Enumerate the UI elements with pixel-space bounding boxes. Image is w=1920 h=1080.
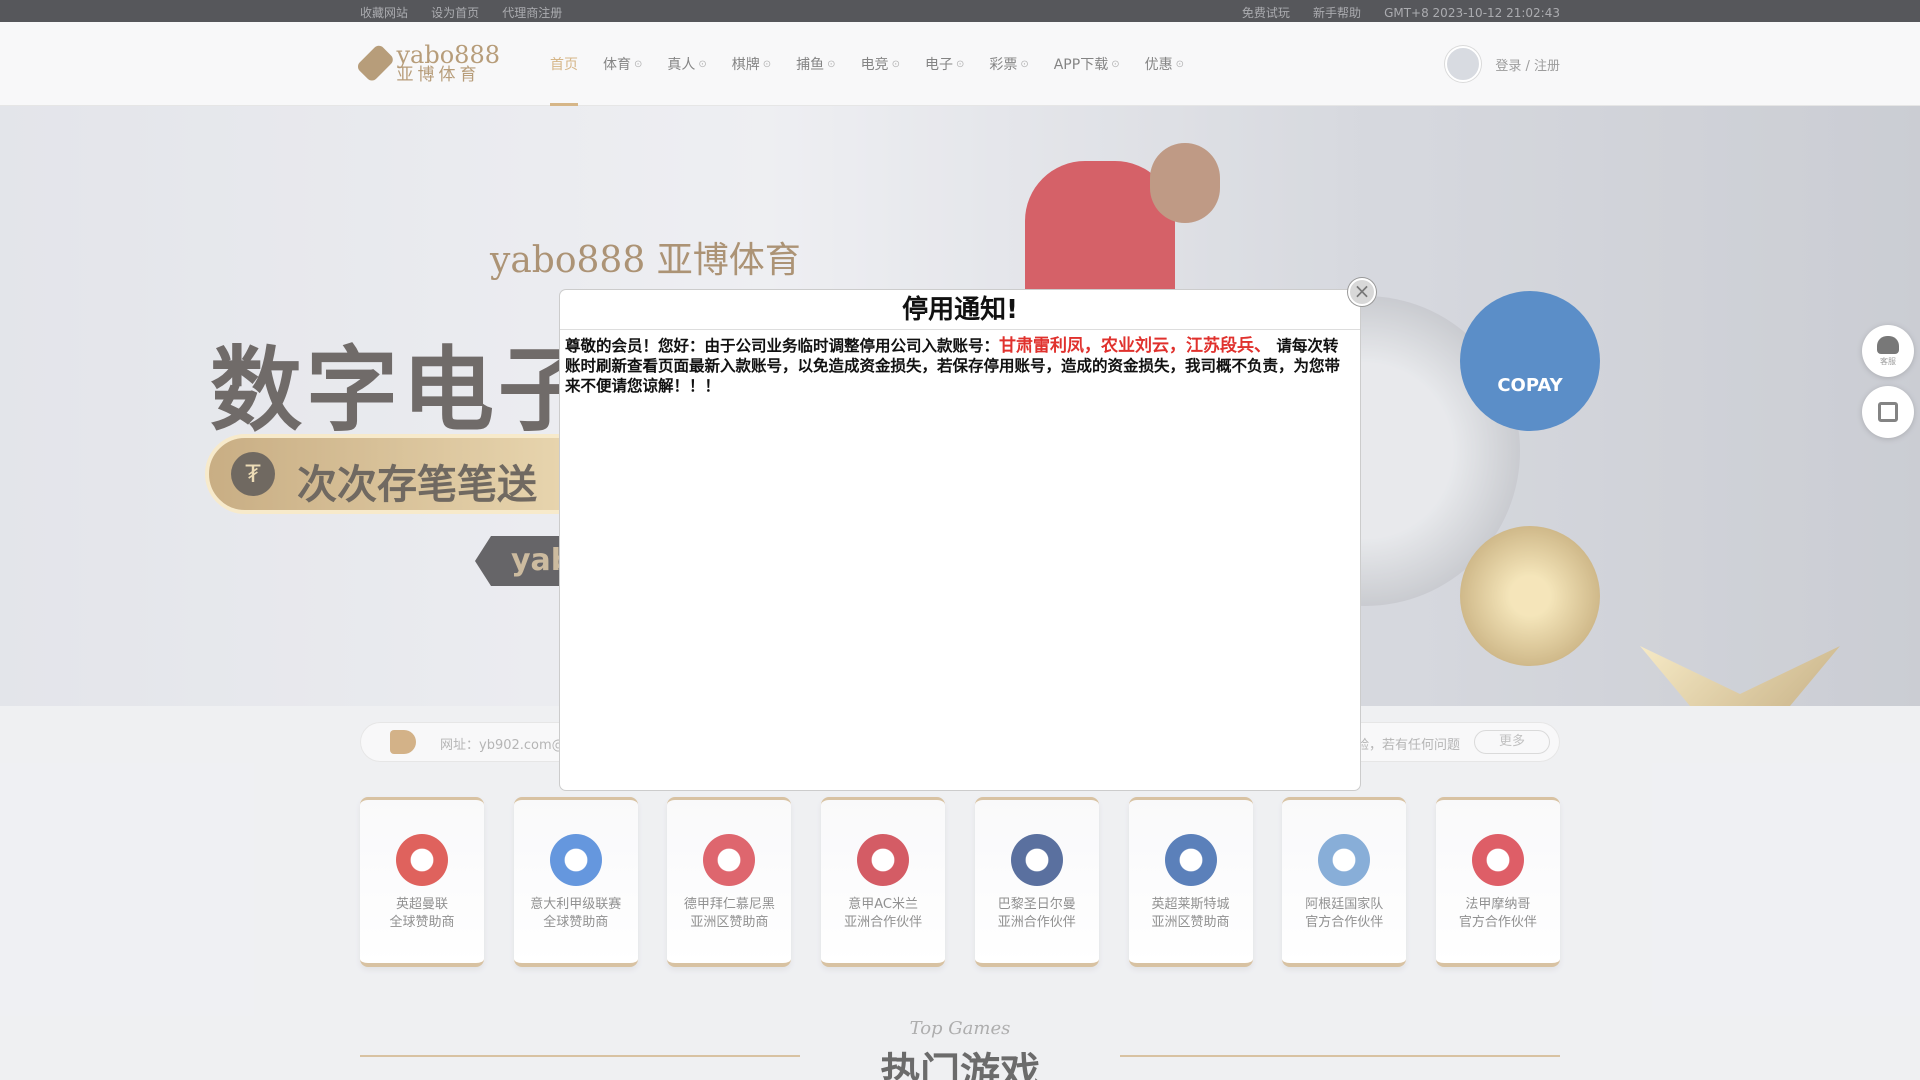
dialog-text-before: 尊敬的会员！您好：由于公司业务临时调整停用公司入款账号： [565,337,1000,355]
dialog-body: 尊敬的会员！您好：由于公司业务临时调整停用公司入款账号：甘肃雷利凤，农业刘云，江… [560,330,1360,396]
suspended-accounts-text: 甘肃雷利凤，农业刘云，江苏段兵、 [999,336,1272,356]
suspension-notice-dialog: 停用通知! 尊敬的会员！您好：由于公司业务临时调整停用公司入款账号：甘肃雷利凤，… [560,278,1376,790]
close-icon[interactable]: × [1348,278,1376,306]
dialog-title: 停用通知! [560,290,1360,330]
